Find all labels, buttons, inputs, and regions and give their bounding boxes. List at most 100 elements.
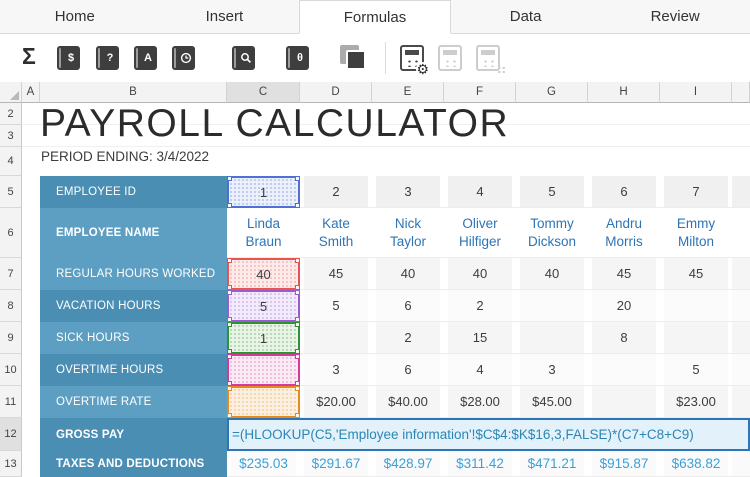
cell-g6[interactable]: Tommy Dickson bbox=[516, 208, 588, 258]
col-header-f[interactable]: F bbox=[444, 82, 516, 103]
col-header-j-partial[interactable] bbox=[732, 82, 750, 103]
cell-c6[interactable]: Linda Braun bbox=[227, 208, 300, 258]
cell-d11[interactable]: $20.00 bbox=[300, 386, 372, 418]
col-header-c[interactable]: C bbox=[227, 82, 300, 103]
cell-c10-range-highlight[interactable] bbox=[227, 354, 300, 386]
cell-h8[interactable]: 20 bbox=[588, 290, 660, 322]
math-trig-functions-icon[interactable]: θ bbox=[286, 46, 309, 70]
tab-data[interactable]: Data bbox=[451, 0, 601, 34]
cell-f5[interactable]: 4 bbox=[444, 176, 516, 208]
cell-e6[interactable]: Nick Taylor bbox=[372, 208, 444, 258]
label-sick-hours[interactable]: SICK HOURS bbox=[40, 322, 227, 354]
cell-h11[interactable] bbox=[588, 386, 660, 418]
date-time-functions-icon[interactable] bbox=[172, 46, 195, 70]
label-overtime-rate[interactable]: OVERTIME RATE bbox=[40, 386, 227, 418]
cell-c8-range-highlight[interactable]: 5 bbox=[227, 290, 300, 322]
tab-formulas[interactable]: Formulas bbox=[299, 0, 451, 34]
cell-i6[interactable]: Emmy Milton bbox=[660, 208, 732, 258]
cell-h6[interactable]: Andru Morris bbox=[588, 208, 660, 258]
label-vacation-hours[interactable]: VACATION HOURS bbox=[40, 290, 227, 322]
row-header-2[interactable]: 2 bbox=[0, 103, 22, 125]
label-employee-id[interactable]: EMPLOYEE ID bbox=[40, 176, 227, 208]
cell-d5[interactable]: 2 bbox=[300, 176, 372, 208]
autosum-icon[interactable]: Σ bbox=[22, 43, 36, 70]
cell-c9-range-highlight[interactable]: 1 bbox=[227, 322, 300, 354]
cell-f6[interactable]: Oliver Hilfiger bbox=[444, 208, 516, 258]
col-header-d[interactable]: D bbox=[300, 82, 372, 103]
cell-e5[interactable]: 3 bbox=[372, 176, 444, 208]
cell-c7-range-highlight[interactable]: 40 bbox=[227, 258, 300, 290]
cell-e13[interactable]: $428.97 bbox=[372, 451, 444, 477]
calculation-options-icon[interactable]: ⚙ bbox=[400, 45, 424, 71]
sheet-title[interactable]: PAYROLL CALCULATOR bbox=[40, 102, 509, 146]
cell-g5[interactable]: 5 bbox=[516, 176, 588, 208]
tab-insert[interactable]: Insert bbox=[150, 0, 300, 34]
cell-h13[interactable]: $915.87 bbox=[588, 451, 660, 477]
row-header-7[interactable]: 7 bbox=[0, 258, 22, 290]
more-functions-icon[interactable] bbox=[340, 45, 367, 71]
logical-functions-icon[interactable]: ? bbox=[96, 46, 119, 70]
cell-d6[interactable]: Kate Smith bbox=[300, 208, 372, 258]
cell-e7[interactable]: 40 bbox=[372, 258, 444, 290]
tab-home[interactable]: Home bbox=[0, 0, 150, 34]
row-header-5[interactable]: 5 bbox=[0, 176, 22, 208]
col-header-e[interactable]: E bbox=[372, 82, 444, 103]
cell-f7[interactable]: 40 bbox=[444, 258, 516, 290]
cell-i9[interactable] bbox=[660, 322, 732, 354]
row-header-9[interactable]: 9 bbox=[0, 322, 22, 354]
period-ending[interactable]: PERIOD ENDING: 3/4/2022 bbox=[41, 149, 209, 164]
cell-i8[interactable] bbox=[660, 290, 732, 322]
cell-h7[interactable]: 45 bbox=[588, 258, 660, 290]
cell-d13[interactable]: $291.67 bbox=[300, 451, 372, 477]
select-all-corner[interactable] bbox=[0, 82, 22, 103]
selection-handle[interactable] bbox=[295, 176, 300, 181]
row-header-6[interactable]: 6 bbox=[0, 208, 22, 258]
cell-g7[interactable]: 40 bbox=[516, 258, 588, 290]
cell-f11[interactable]: $28.00 bbox=[444, 386, 516, 418]
cell-d10[interactable]: 3 bbox=[300, 354, 372, 386]
cell-h5[interactable]: 6 bbox=[588, 176, 660, 208]
cell-c11-range-highlight[interactable] bbox=[227, 386, 300, 418]
row-header-10[interactable]: 10 bbox=[0, 354, 22, 386]
active-cell-c5[interactable]: 1 bbox=[227, 176, 300, 208]
cell-g10[interactable]: 3 bbox=[516, 354, 588, 386]
selection-handle[interactable] bbox=[227, 203, 232, 208]
cell-g8[interactable] bbox=[516, 290, 588, 322]
row-header-12[interactable]: 12 bbox=[0, 418, 22, 451]
cell-f8[interactable]: 2 bbox=[444, 290, 516, 322]
cell-e11[interactable]: $40.00 bbox=[372, 386, 444, 418]
label-taxes-deductions[interactable]: TAXES AND DEDUCTIONS bbox=[40, 451, 227, 477]
cell-e9[interactable]: 2 bbox=[372, 322, 444, 354]
row-header-4[interactable]: 4 bbox=[0, 147, 22, 176]
formula-edit-cell-c12[interactable]: =(HLOOKUP(C5,'Employee information'!$C$4… bbox=[227, 418, 750, 451]
cell-d9[interactable] bbox=[300, 322, 372, 354]
cell-g13[interactable]: $471.21 bbox=[516, 451, 588, 477]
cell-g9[interactable] bbox=[516, 322, 588, 354]
cell-i13[interactable]: $638.82 bbox=[660, 451, 732, 477]
tab-review[interactable]: Review bbox=[600, 0, 750, 34]
cell-d8[interactable]: 5 bbox=[300, 290, 372, 322]
col-header-a[interactable]: A bbox=[22, 82, 40, 103]
label-employee-name[interactable]: EMPLOYEE NAME bbox=[40, 208, 227, 258]
cell-g11[interactable]: $45.00 bbox=[516, 386, 588, 418]
row-header-11[interactable]: 11 bbox=[0, 386, 22, 418]
selection-handle[interactable] bbox=[295, 203, 300, 208]
cell-h10[interactable] bbox=[588, 354, 660, 386]
cell-f10[interactable]: 4 bbox=[444, 354, 516, 386]
cell-d7[interactable]: 45 bbox=[300, 258, 372, 290]
cell-c13[interactable]: $235.03 bbox=[227, 451, 300, 477]
label-overtime-hours[interactable]: OVERTIME HOURS bbox=[40, 354, 227, 386]
row-header-13[interactable]: 13 bbox=[0, 451, 22, 477]
cell-i5[interactable]: 7 bbox=[660, 176, 732, 208]
cell-i7[interactable]: 45 bbox=[660, 258, 732, 290]
selection-handle[interactable] bbox=[227, 176, 232, 181]
col-header-i[interactable]: I bbox=[660, 82, 732, 103]
cell-f9[interactable]: 15 bbox=[444, 322, 516, 354]
lookup-reference-functions-icon[interactable] bbox=[232, 46, 255, 70]
cell-e10[interactable]: 6 bbox=[372, 354, 444, 386]
text-functions-icon[interactable]: A bbox=[134, 46, 157, 70]
cell-e8[interactable]: 6 bbox=[372, 290, 444, 322]
label-regular-hours[interactable]: REGULAR HOURS WORKED bbox=[40, 258, 227, 290]
row-header-8[interactable]: 8 bbox=[0, 290, 22, 322]
row-header-3[interactable]: 3 bbox=[0, 125, 22, 147]
